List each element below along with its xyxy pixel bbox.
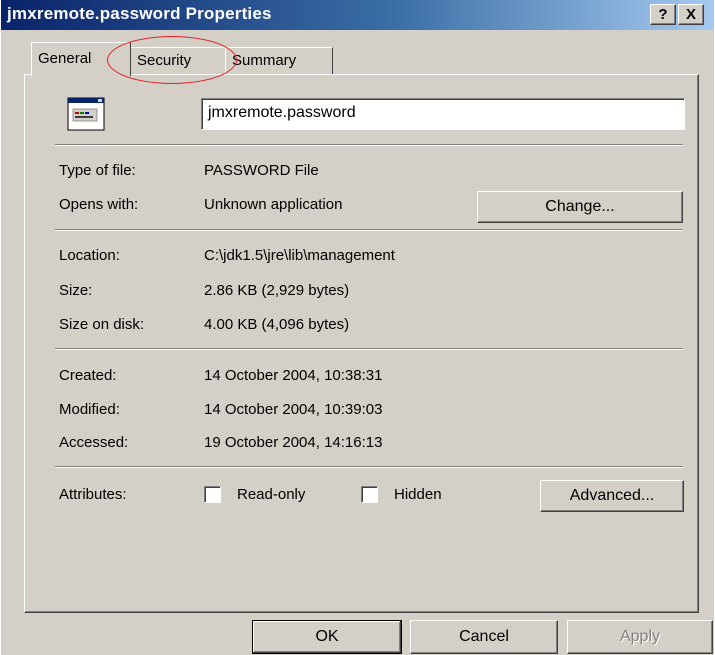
hidden-label[interactable]: Hidden	[394, 486, 442, 503]
close-button[interactable]: X	[678, 4, 704, 25]
help-button[interactable]: ?	[650, 4, 676, 25]
advanced-button-label: Advanced...	[569, 487, 655, 504]
title-bar[interactable]: jmxremote.password Properties ? X	[1, 0, 714, 30]
location-label: Location:	[59, 247, 120, 264]
attributes-label: Attributes:	[59, 486, 127, 503]
tab-summary[interactable]: Summary	[225, 47, 333, 74]
apply-button[interactable]: Apply	[567, 620, 713, 654]
modified-label: Modified:	[59, 401, 120, 418]
accessed-value: 19 October 2004, 14:16:13	[204, 434, 383, 451]
size-label: Size:	[59, 282, 93, 299]
change-button[interactable]: Change...	[477, 191, 683, 223]
separator	[55, 348, 683, 350]
type-label: Type of file:	[59, 162, 136, 179]
properties-dialog: jmxremote.password Properties ? X Genera…	[0, 0, 714, 655]
separator	[55, 144, 683, 146]
read-only-label[interactable]: Read-only	[237, 486, 305, 503]
size-value: 2.86 KB (2,929 bytes)	[204, 282, 350, 299]
ok-button-label: OK	[315, 628, 339, 645]
tab-security[interactable]: Security	[130, 47, 226, 74]
tab-general[interactable]: General	[31, 42, 131, 76]
location-value: C:\jdk1.5\jre\lib\management	[204, 247, 395, 264]
separator	[55, 229, 683, 231]
change-button-label: Change...	[545, 198, 615, 215]
created-value: 14 October 2004, 10:38:31	[204, 367, 383, 384]
generic-file-icon	[67, 97, 105, 131]
cancel-button[interactable]: Cancel	[410, 620, 558, 654]
created-label: Created:	[59, 367, 117, 384]
advanced-button[interactable]: Advanced...	[540, 480, 684, 512]
window-title: jmxremote.password Properties	[7, 4, 272, 23]
separator	[55, 466, 683, 468]
cancel-button-label: Cancel	[459, 628, 509, 645]
hidden-checkbox[interactable]	[361, 486, 378, 503]
modified-value: 14 October 2004, 10:39:03	[204, 401, 383, 418]
type-value: PASSWORD File	[204, 162, 319, 179]
apply-button-label: Apply	[619, 628, 661, 645]
read-only-checkbox[interactable]	[204, 486, 221, 503]
opens-with-value: Unknown application	[204, 196, 343, 213]
ok-button[interactable]: OK	[252, 620, 402, 654]
opens-with-label: Opens with:	[59, 196, 139, 213]
general-panel	[24, 74, 699, 613]
accessed-label: Accessed:	[59, 434, 129, 451]
size-on-disk-value: 4.00 KB (4,096 bytes)	[204, 316, 350, 333]
size-on-disk-label: Size on disk:	[59, 316, 145, 333]
file-name-field[interactable]: jmxremote.password	[201, 98, 685, 130]
